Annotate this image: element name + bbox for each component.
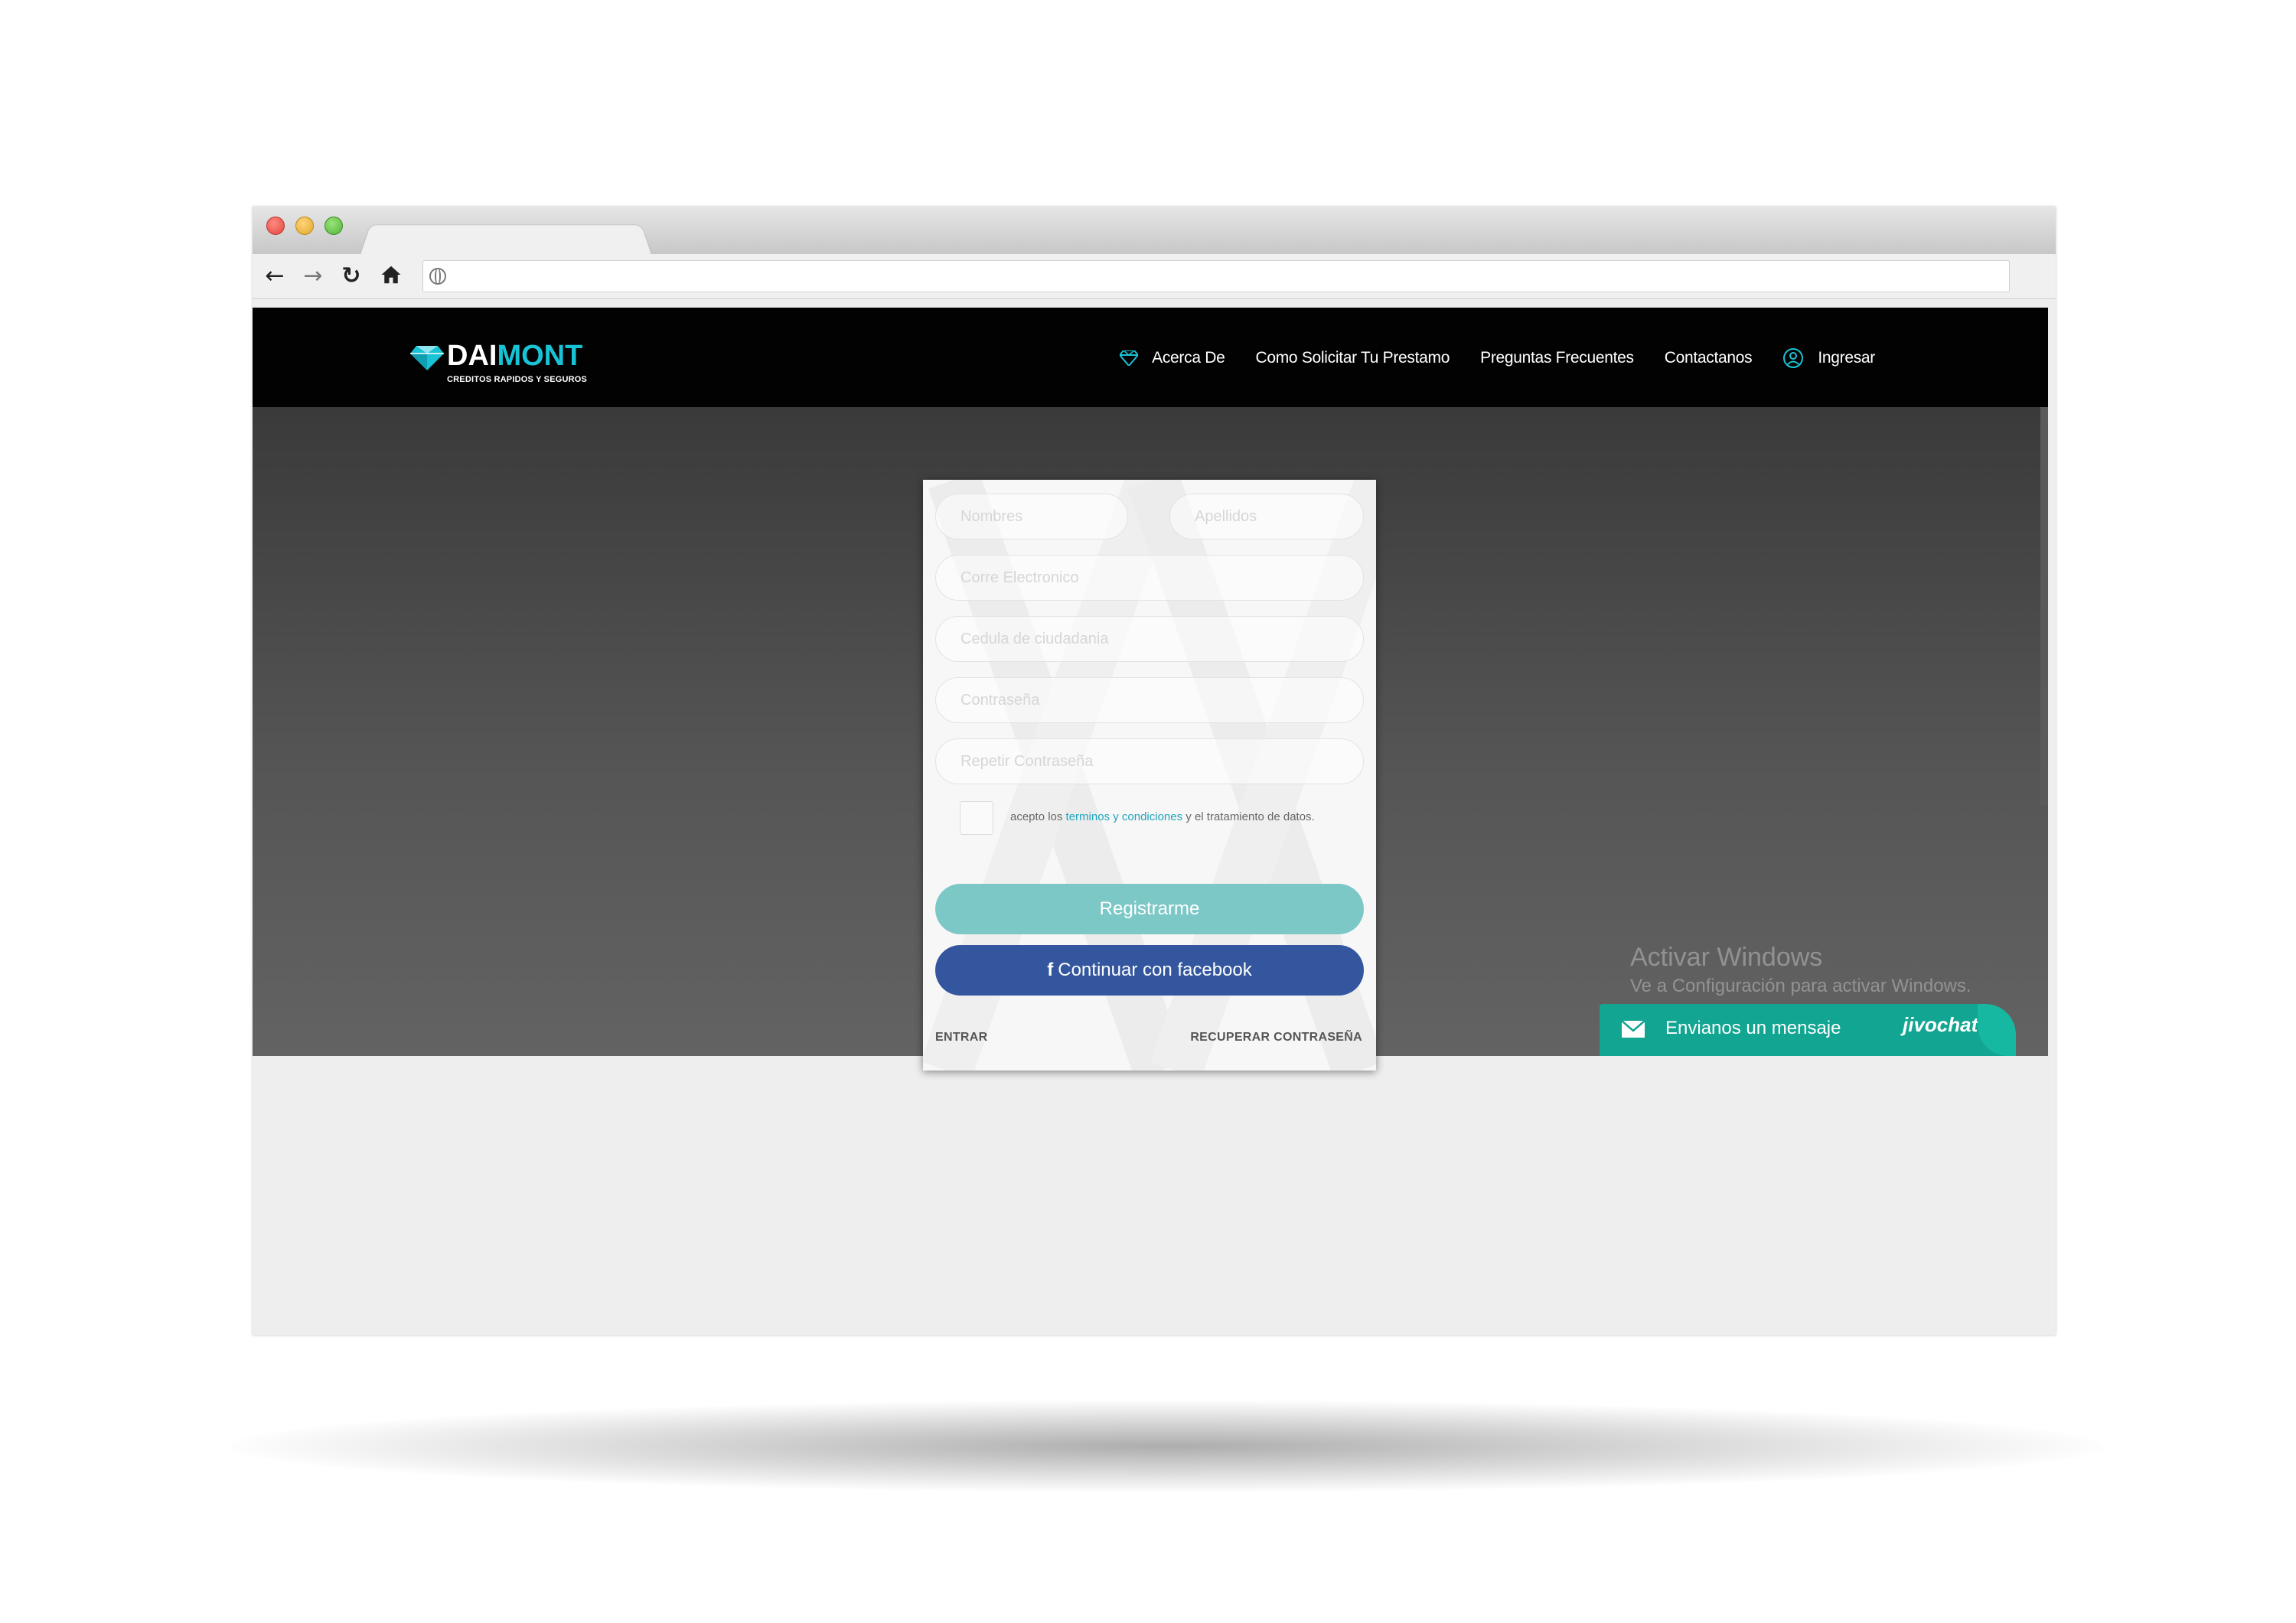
facebook-button[interactable]: f Continuar con facebook [935, 945, 1364, 996]
terms-text: acepto los terminos y condiciones y el t… [1010, 810, 1315, 823]
browser-window: ← → ↻ DAIMONT CREDITOS RAPIDOS Y SEGUROS [253, 207, 2056, 1335]
scrollbar-thumb[interactable] [2040, 407, 2048, 805]
home-icon[interactable] [378, 263, 404, 289]
maximize-window-button[interactable] [325, 217, 343, 235]
minimize-window-button[interactable] [295, 217, 314, 235]
logo-tagline: CREDITOS RAPIDOS Y SEGUROS [447, 375, 588, 384]
nav-label: Ingresar [1818, 349, 1875, 367]
nav-item-preguntas-frecuentes[interactable]: Preguntas Frecuentes [1480, 349, 1634, 367]
reload-icon[interactable]: ↻ [338, 263, 364, 289]
browser-titlebar [253, 207, 2056, 255]
address-bar[interactable] [422, 260, 2010, 292]
repeat-password-field[interactable] [935, 738, 1364, 784]
nav-label: Preguntas Frecuentes [1480, 349, 1634, 367]
password-field[interactable] [935, 677, 1364, 723]
chat-widget-button[interactable]: Envianos un mensaje jivochat [1600, 1004, 2016, 1056]
terms-row: acepto los terminos y condiciones y el t… [960, 801, 1373, 835]
browser-toolbar: ← → ↻ [253, 254, 2056, 299]
nombres-field[interactable] [935, 494, 1128, 539]
main-nav: Acerca De Como Solicitar Tu Prestamo Pre… [1120, 341, 1875, 375]
nav-item-acerca-de[interactable]: Acerca De [1120, 349, 1225, 367]
diamond-logo-icon [410, 346, 444, 370]
terms-suffix: y el tratamiento de datos. [1182, 810, 1315, 823]
facebook-label: Continuar con facebook [1058, 960, 1252, 980]
nav-label: Acerca De [1152, 349, 1225, 367]
back-arrow-icon[interactable]: ← [262, 263, 288, 289]
browser-tab[interactable] [360, 224, 652, 255]
browser-drop-shadow [230, 1400, 2105, 1492]
register-card: acepto los terminos y condiciones y el t… [923, 480, 1376, 1071]
watermark-subtitle: Ve a Configuración para activar Windows. [1630, 976, 1971, 996]
terms-prefix: acepto los [1010, 810, 1066, 823]
chat-brand: jivochat [1903, 1013, 1978, 1036]
watermark-title: Activar Windows [1630, 943, 1823, 972]
login-link[interactable]: ENTRAR [935, 1031, 987, 1045]
recover-password-link[interactable]: RECUPERAR CONTRASEÑA [1190, 1031, 1362, 1045]
apellidos-field[interactable] [1169, 494, 1364, 539]
terms-checkbox[interactable] [960, 801, 993, 835]
facebook-icon: f [1047, 960, 1054, 980]
nav-item-como-solicitar[interactable]: Como Solicitar Tu Prestamo [1255, 349, 1450, 367]
email-field[interactable] [935, 555, 1364, 601]
site-header: DAIMONT CREDITOS RAPIDOS Y SEGUROS Acerc… [253, 308, 2048, 407]
forward-arrow-icon[interactable]: → [300, 263, 326, 289]
nav-item-contactanos[interactable]: Contactanos [1665, 349, 1753, 367]
logo-wordmark: DAIMONT [447, 340, 583, 372]
register-button[interactable]: Registrarme [935, 884, 1364, 934]
nav-label: Contactanos [1664, 349, 1753, 367]
site-logo[interactable]: DAIMONT CREDITOS RAPIDOS Y SEGUROS [410, 340, 609, 387]
windows-activation-watermark: Activar Windows Ve a Configuración para … [1630, 943, 1971, 997]
envelope-icon [1621, 1020, 1645, 1038]
cedula-field[interactable] [935, 616, 1364, 662]
nav-label: Como Solicitar Tu Prestamo [1255, 349, 1450, 367]
globe-icon [429, 268, 446, 285]
nav-item-ingresar[interactable]: Ingresar [1782, 347, 1875, 369]
page-viewport: DAIMONT CREDITOS RAPIDOS Y SEGUROS Acerc… [253, 308, 2048, 1071]
register-label: Registrarme [1099, 898, 1200, 919]
close-window-button[interactable] [266, 217, 285, 235]
chat-widget-label: Envianos un mensaje [1665, 1018, 1841, 1038]
diamond-icon [1120, 350, 1139, 366]
terms-link[interactable]: terminos y condiciones [1066, 810, 1183, 823]
user-circle-icon [1783, 348, 1804, 368]
